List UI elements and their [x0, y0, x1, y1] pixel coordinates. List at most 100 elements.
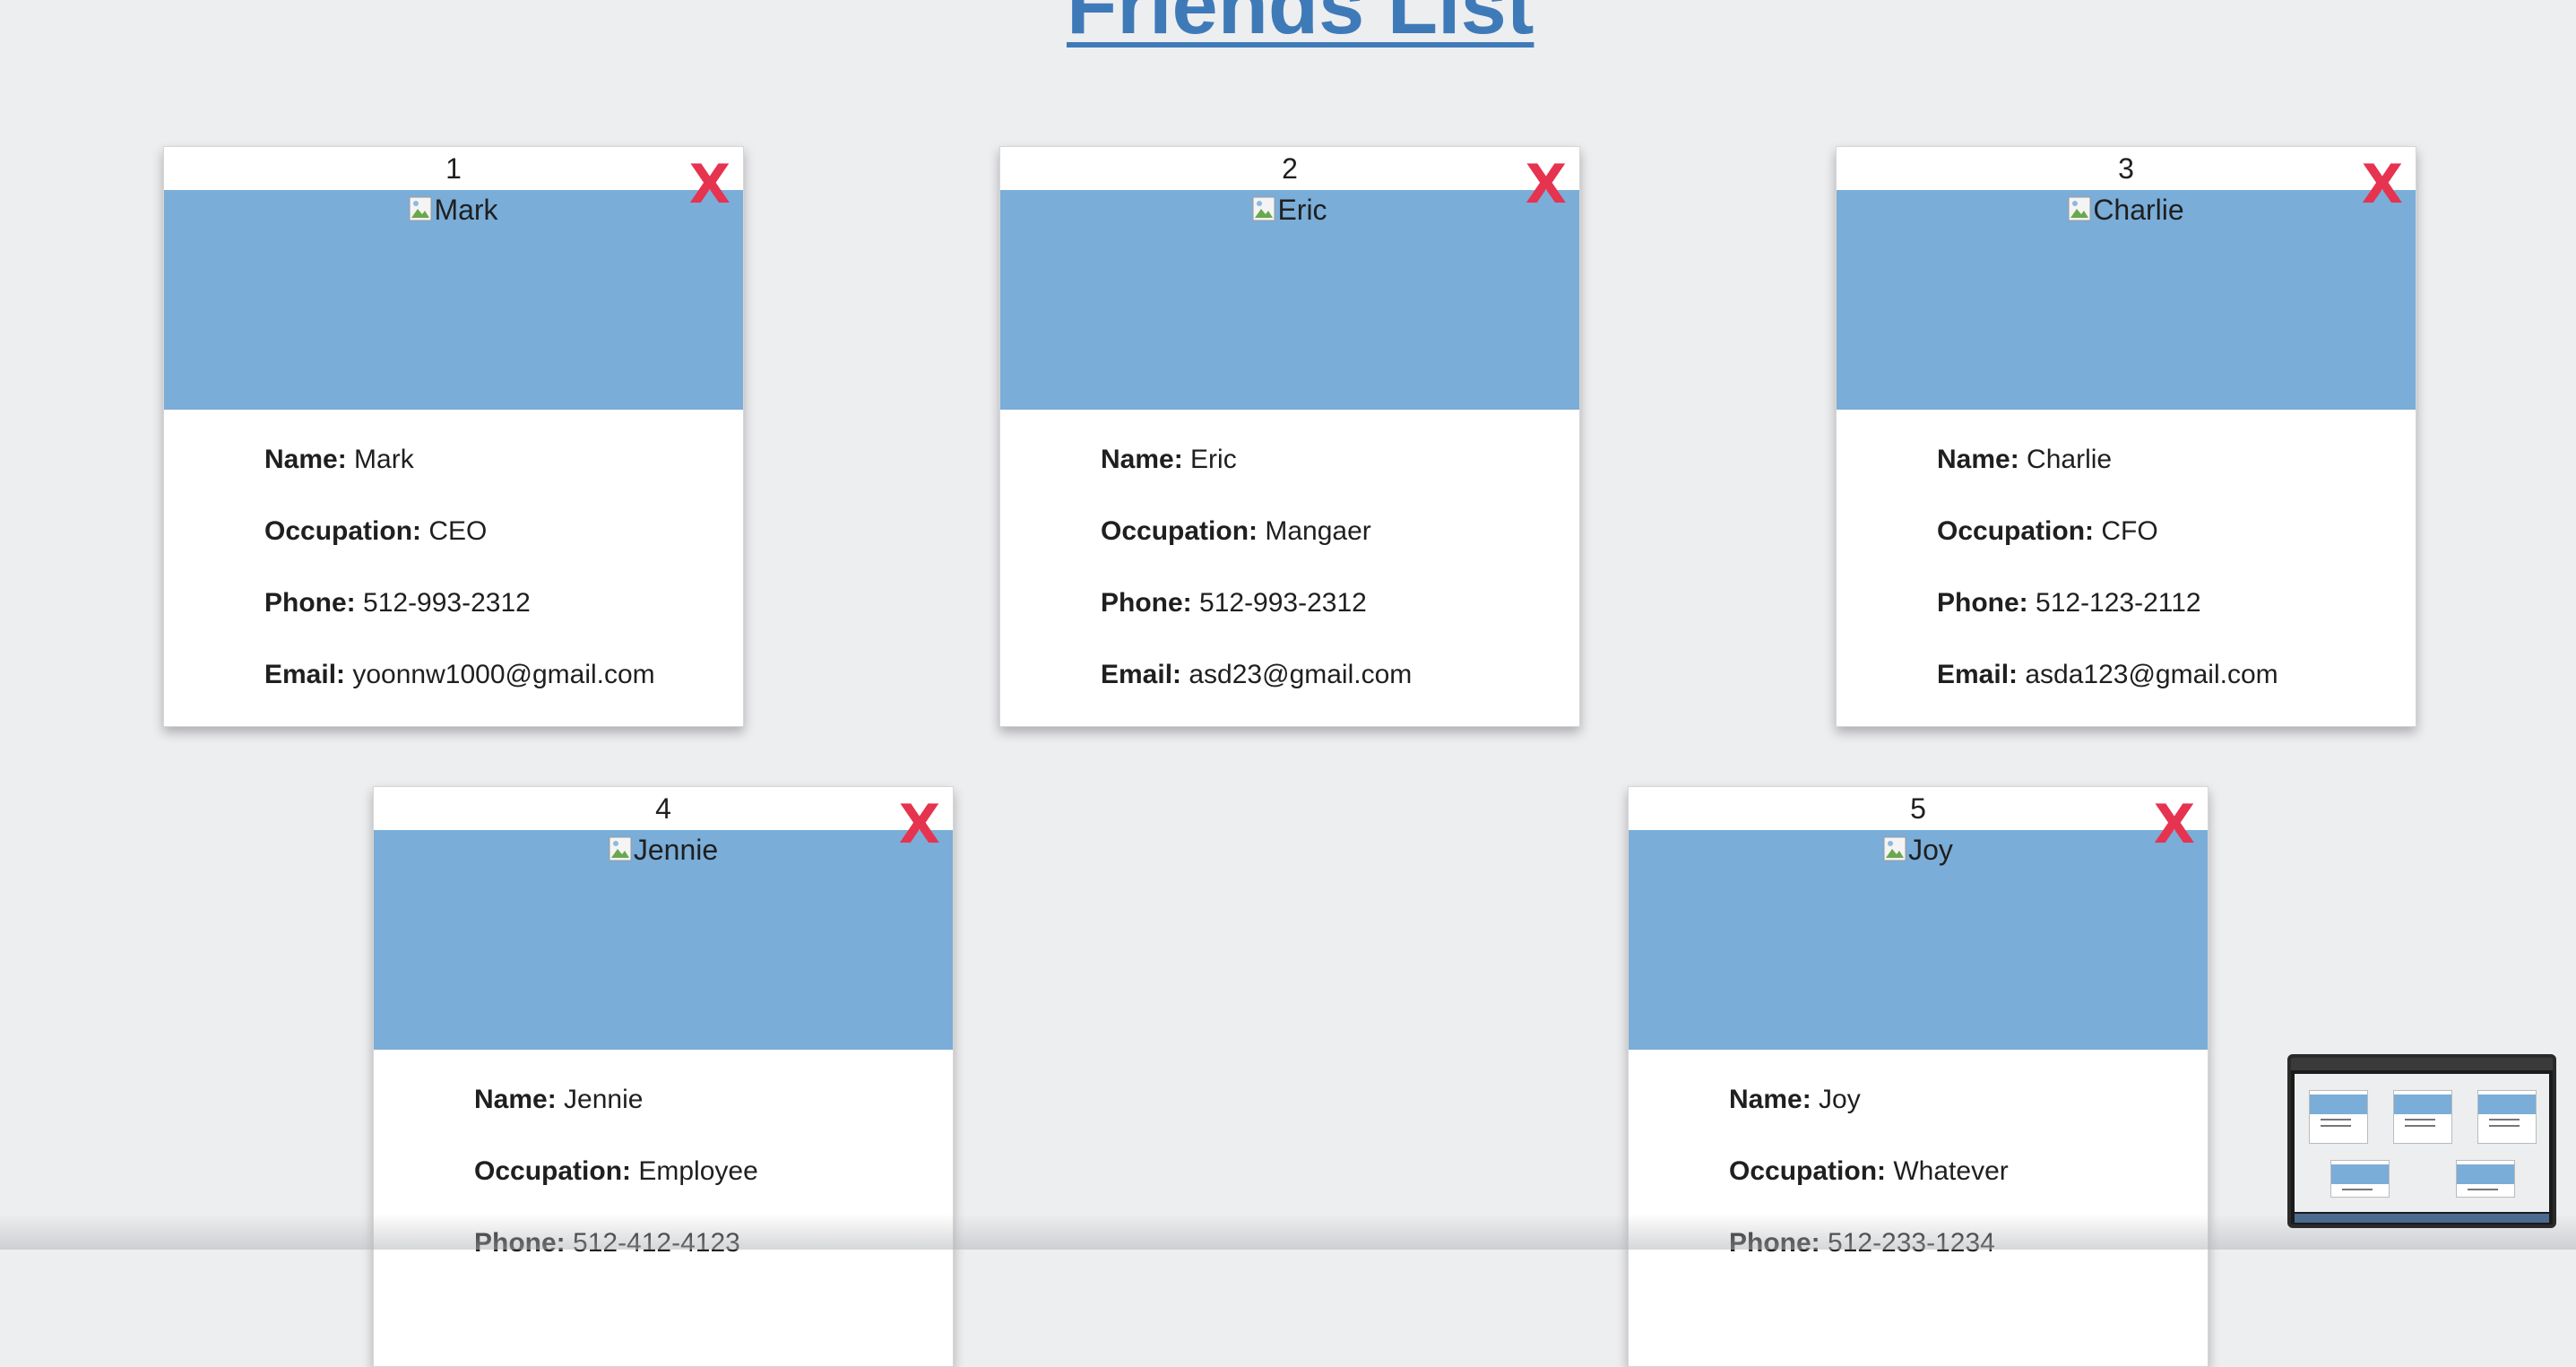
- name-value: Joy: [1819, 1085, 1861, 1114]
- photo-alt-text: Jennie: [633, 834, 719, 866]
- occupation-label: Occupation:: [1937, 516, 2095, 546]
- screenshot-thumbnail[interactable]: [2287, 1054, 2556, 1228]
- name-value: Eric: [1190, 445, 1237, 474]
- email-row: Email: asda123@gmail.com: [1937, 657, 2416, 693]
- friend-details: Name: Mark Occupation: CEO Phone: 512-99…: [164, 410, 743, 693]
- occupation-row: Occupation: Mangaer: [1101, 514, 1579, 549]
- card-number: 5: [1910, 792, 1926, 825]
- occupation-value: CFO: [2101, 516, 2158, 546]
- thumbnail-card: [2456, 1160, 2515, 1198]
- friend-card: 1 X Mark Name: Mark Occupation: CEO Phon…: [163, 146, 744, 727]
- page-title: Friends List: [1067, 0, 1534, 51]
- occupation-value: Employee: [638, 1156, 758, 1186]
- delete-button[interactable]: X: [2154, 798, 2195, 852]
- friend-photo: Jennie: [374, 830, 953, 1050]
- email-value: asda123@gmail.com: [2025, 660, 2278, 689]
- phone-label: Phone:: [264, 588, 356, 618]
- occupation-row: Occupation: CFO: [1937, 514, 2416, 549]
- thumbnail-card: [2393, 1090, 2452, 1144]
- phone-row: Phone: 512-993-2312: [1101, 585, 1579, 621]
- photo-alt-text-container: Jennie: [374, 834, 953, 867]
- phone-label: Phone:: [1729, 1228, 1820, 1258]
- photo-alt-text: Charlie: [2093, 194, 2184, 226]
- phone-value: 512-993-2312: [363, 588, 531, 618]
- name-value: Mark: [354, 445, 414, 474]
- phone-row: Phone: 512-412-4123: [474, 1225, 953, 1261]
- broken-image-icon: [409, 196, 432, 221]
- delete-button[interactable]: X: [2362, 158, 2403, 212]
- card-number: 4: [655, 792, 671, 825]
- email-label: Email:: [1101, 660, 1182, 689]
- photo-alt-text: Joy: [1908, 834, 1953, 866]
- occupation-label: Occupation:: [264, 516, 422, 546]
- photo-alt-text: Mark: [434, 194, 498, 226]
- email-label: Email:: [1937, 660, 2018, 689]
- photo-alt-text: Eric: [1277, 194, 1327, 226]
- friend-details: Name: Joy Occupation: Whatever Phone: 51…: [1629, 1050, 2208, 1261]
- delete-button[interactable]: X: [689, 158, 730, 212]
- occupation-value: Mangaer: [1265, 516, 1371, 546]
- photo-alt-text-container: Mark: [164, 194, 743, 227]
- broken-image-icon: [609, 836, 632, 861]
- phone-row: Phone: 512-233-1234: [1729, 1225, 2208, 1261]
- friend-details: Name: Charlie Occupation: CFO Phone: 512…: [1837, 410, 2416, 693]
- email-row: Email: yoonnw1000@gmail.com: [264, 657, 743, 693]
- email-value: yoonnw1000@gmail.com: [352, 660, 655, 689]
- thumbnail-card: [2330, 1160, 2390, 1198]
- friend-card: 3 X Charlie Name: Charlie Occupation: CF…: [1836, 146, 2416, 727]
- email-label: Email:: [264, 660, 346, 689]
- name-row: Name: Joy: [1729, 1082, 2208, 1118]
- occupation-label: Occupation:: [1729, 1156, 1887, 1186]
- delete-button[interactable]: X: [1526, 158, 1567, 212]
- name-label: Name:: [1937, 445, 2019, 474]
- friend-photo: Mark: [164, 190, 743, 410]
- name-label: Name:: [264, 445, 347, 474]
- occupation-row: Occupation: Employee: [474, 1154, 953, 1190]
- email-value: asd23@gmail.com: [1189, 660, 1413, 689]
- phone-label: Phone:: [1937, 588, 2028, 618]
- occupation-label: Occupation:: [474, 1156, 632, 1186]
- occupation-value: CEO: [428, 516, 488, 546]
- photo-alt-text-container: Joy: [1629, 834, 2208, 867]
- name-row: Name: Mark: [264, 442, 743, 478]
- thumbnail-card: [2309, 1090, 2368, 1144]
- friend-details: Name: Jennie Occupation: Employee Phone:…: [374, 1050, 953, 1261]
- broken-image-icon: [1883, 836, 1906, 861]
- phone-label: Phone:: [1101, 588, 1192, 618]
- thumbnail-card: [2477, 1090, 2537, 1144]
- broken-image-icon: [1252, 196, 1275, 221]
- occupation-row: Occupation: CEO: [264, 514, 743, 549]
- card-number: 3: [2118, 152, 2134, 185]
- phone-label: Phone:: [474, 1228, 566, 1258]
- occupation-row: Occupation: Whatever: [1729, 1154, 2208, 1190]
- broken-image-icon: [2068, 196, 2091, 221]
- thumbnail-dock: [2295, 1214, 2549, 1223]
- name-label: Name:: [1729, 1085, 1811, 1114]
- delete-button[interactable]: X: [899, 798, 940, 852]
- phone-row: Phone: 512-123-2112: [1937, 585, 2416, 621]
- email-row: Email: asd23@gmail.com: [1101, 657, 1579, 693]
- friend-photo: Joy: [1629, 830, 2208, 1050]
- thumbnail-page: [2295, 1074, 2549, 1212]
- friend-details: Name: Eric Occupation: Mangaer Phone: 51…: [1000, 410, 1579, 693]
- card-number: 2: [1282, 152, 1298, 185]
- name-row: Name: Jennie: [474, 1082, 953, 1118]
- phone-value: 512-233-1234: [1828, 1228, 1995, 1258]
- name-label: Name:: [1101, 445, 1183, 474]
- name-value: Charlie: [2027, 445, 2113, 474]
- phone-value: 512-123-2112: [2036, 588, 2201, 618]
- occupation-label: Occupation:: [1101, 516, 1258, 546]
- thumbnail-browser-bar: [2291, 1058, 2553, 1070]
- photo-alt-text-container: Charlie: [1837, 194, 2416, 227]
- friend-photo: Charlie: [1837, 190, 2416, 410]
- friend-card: 4 X Jennie Name: Jennie Occupation: Empl…: [373, 786, 954, 1367]
- phone-value: 512-412-4123: [573, 1228, 740, 1258]
- occupation-value: Whatever: [1893, 1156, 2009, 1186]
- friend-card: 5 X Joy Name: Joy Occupation: Whatever P…: [1628, 786, 2209, 1367]
- name-label: Name:: [474, 1085, 557, 1114]
- name-value: Jennie: [564, 1085, 644, 1114]
- name-row: Name: Eric: [1101, 442, 1579, 478]
- card-number: 1: [445, 152, 462, 185]
- name-row: Name: Charlie: [1937, 442, 2416, 478]
- phone-value: 512-993-2312: [1199, 588, 1367, 618]
